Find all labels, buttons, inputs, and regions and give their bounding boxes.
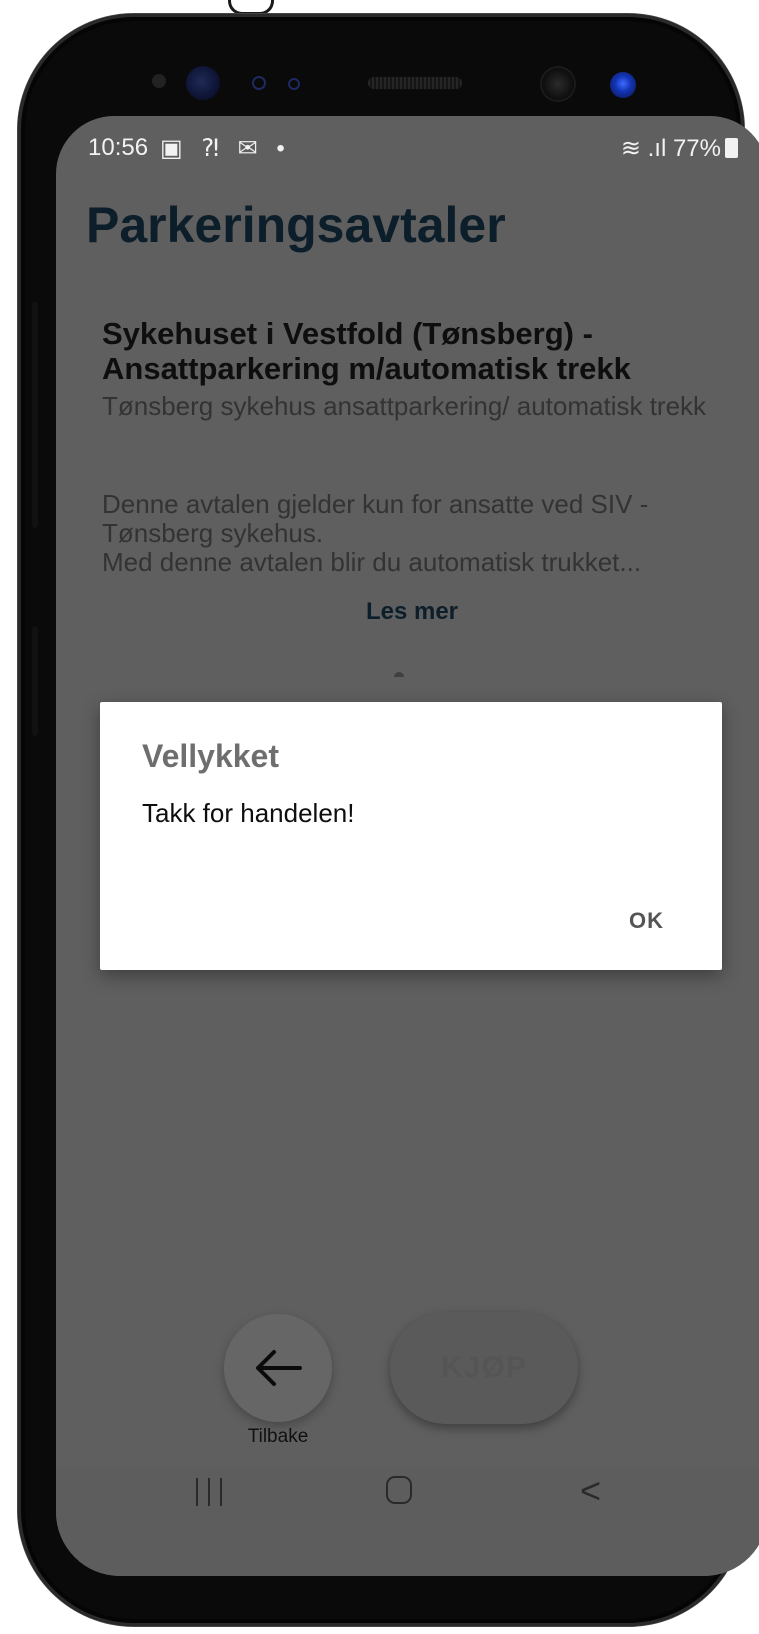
earpiece-speaker xyxy=(368,77,462,89)
light-sensor xyxy=(288,78,300,90)
back-button[interactable] xyxy=(224,1314,332,1422)
screen: 10:56 ▣ ⁈ ✉ • ≋ .ıl 77% Parkeringsavtale… xyxy=(56,116,759,1576)
phone-frame: 10:56 ▣ ⁈ ✉ • ≋ .ıl 77% Parkeringsavtale… xyxy=(18,14,759,1626)
front-camera xyxy=(542,68,574,100)
iris-sensor xyxy=(186,66,220,100)
buy-button[interactable]: KJØP xyxy=(390,1312,578,1424)
agreement-description: Denne avtalen gjelder kun for ansatte ve… xyxy=(102,489,649,577)
iris-camera xyxy=(610,72,636,98)
dialog-message: Takk for handelen! xyxy=(142,798,355,828)
side-button-lower xyxy=(32,626,38,736)
battery-percent: 77% xyxy=(672,135,721,162)
chevron-decoration xyxy=(228,0,274,15)
arrow-left-icon xyxy=(256,1350,302,1386)
success-dialog: Vellykket Takk for handelen! OK xyxy=(100,702,722,970)
proximity-sensor xyxy=(252,76,266,90)
page-title: Parkeringsavtaler xyxy=(86,197,506,253)
home-icon[interactable] xyxy=(386,1476,412,1504)
wifi-signal-icon: ≋ .ıl xyxy=(620,135,667,162)
system-back-icon[interactable]: < xyxy=(580,1473,601,1509)
agreement-title: Sykehuset i Vestfold (Tønsberg) - Ansatt… xyxy=(102,316,631,386)
status-bar: 10:56 ▣ ⁈ ✉ • ≋ .ıl 77% xyxy=(56,116,759,180)
status-time: 10:56 xyxy=(88,134,149,161)
ok-button[interactable]: OK xyxy=(629,908,664,934)
recents-icon[interactable] xyxy=(196,1478,222,1506)
status-right: ≋ .ıl 77% xyxy=(621,134,738,163)
dialog-title: Vellykket xyxy=(142,738,279,774)
background-indicator xyxy=(394,672,404,677)
read-more-link[interactable]: Les mer xyxy=(56,598,759,626)
system-navigation-bar: < xyxy=(56,1468,759,1576)
agreement-subtitle: Tønsberg sykehus ansattparkering/ automa… xyxy=(102,391,707,421)
side-button-upper xyxy=(32,302,38,528)
back-label: Tilbake xyxy=(247,1426,309,1447)
battery-icon xyxy=(725,138,738,158)
sensor-dot xyxy=(152,74,166,88)
notification-icons: ▣ ⁈ ✉ • xyxy=(160,135,291,162)
